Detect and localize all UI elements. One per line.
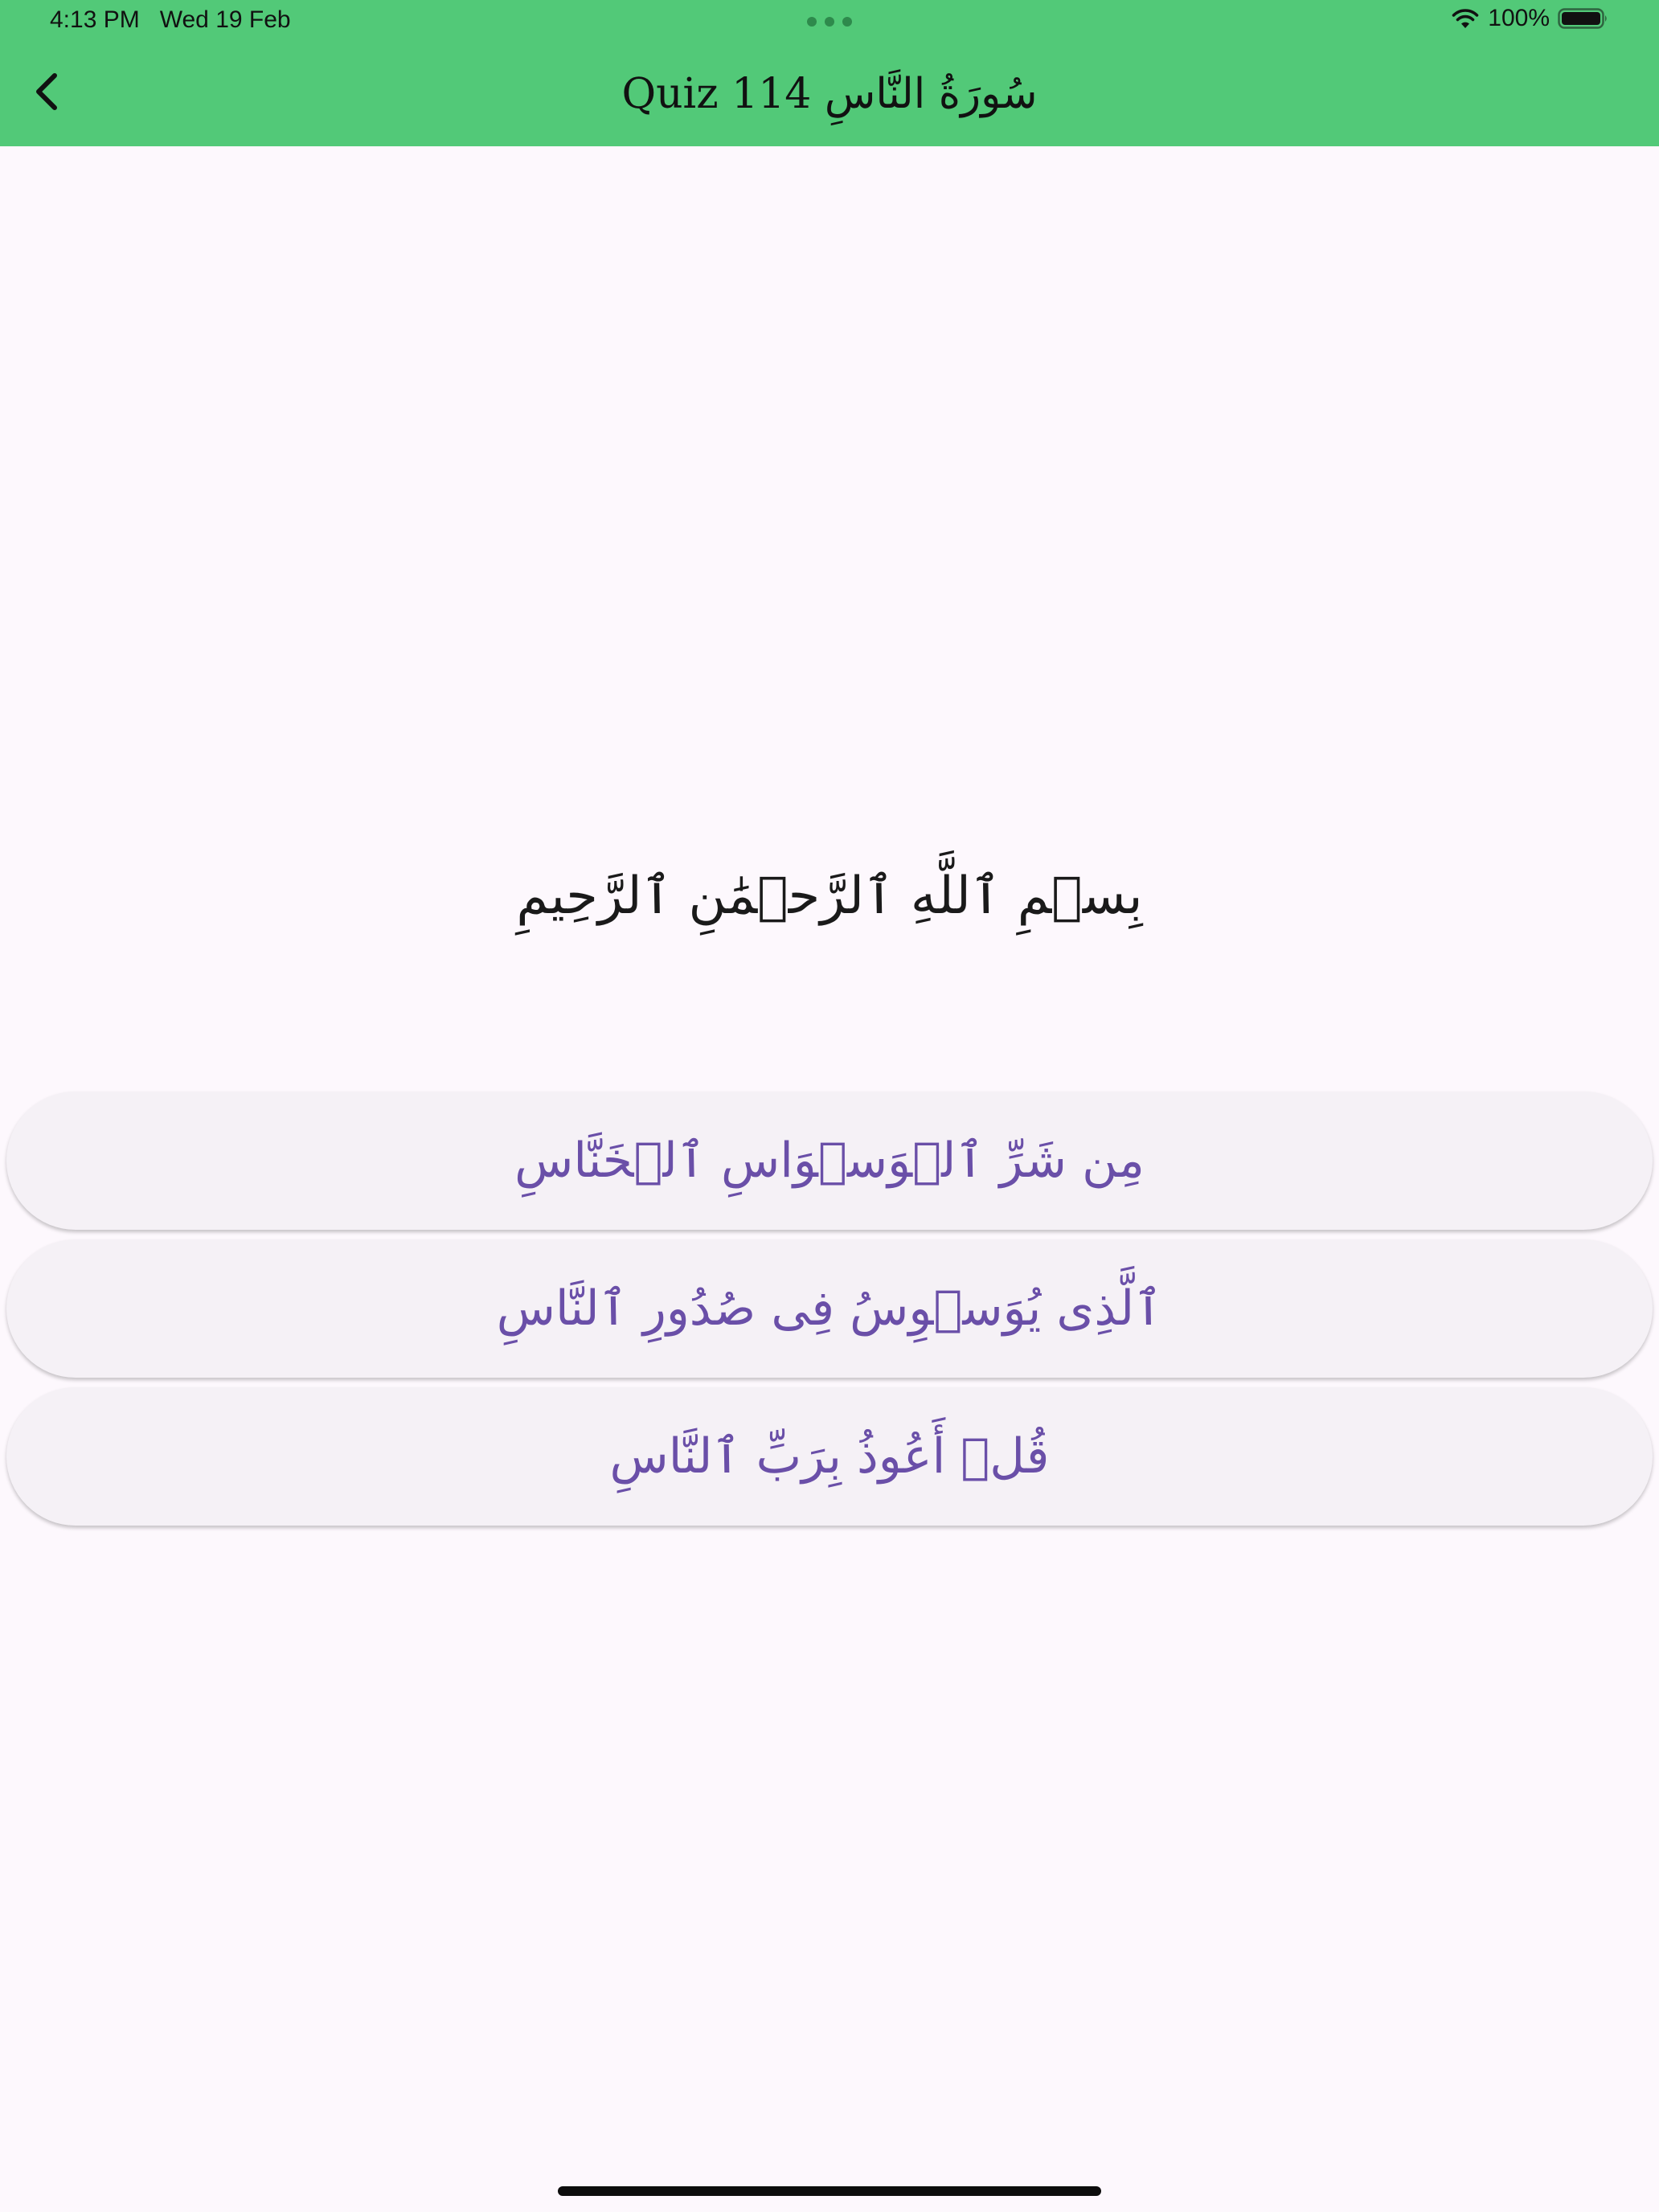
back-button[interactable] (19, 64, 74, 119)
answer-option-text: ٱلَّذِى يُوَسۡوِسُ فِى صُدُورِ ٱلنَّاسِ (496, 1280, 1163, 1337)
more-dots-icon[interactable] (807, 16, 852, 27)
answer-option-3[interactable]: قُلۡ أَعُوذُ بِرَبِّ ٱلنَّاسِ (6, 1387, 1653, 1526)
answer-option-text: قُلۡ أَعُوذُ بِرَبِّ ٱلنَّاسِ (609, 1428, 1050, 1485)
home-indicator[interactable] (558, 2186, 1101, 2196)
status-indicators: 100% (1451, 5, 1609, 32)
status-time: 4:13 PM Wed 19 Feb (50, 6, 291, 33)
chevron-left-icon (36, 73, 57, 110)
answer-option-2[interactable]: ٱلَّذِى يُوَسۡوِسُ فِى صُدُورِ ٱلنَّاسِ (6, 1239, 1653, 1378)
page-title: Quiz سُورَةُ النَّاسِ 114 (621, 70, 1038, 118)
answer-option-1[interactable]: مِن شَرِّ ٱلۡوَسۡوَاسِ ٱلۡخَنَّاسِ (6, 1092, 1653, 1230)
wifi-icon (1452, 9, 1479, 28)
answer-option-text: مِن شَرِّ ٱلۡوَسۡوَاسِ ٱلۡخَنَّاسِ (514, 1133, 1145, 1189)
app-bar: 4:13 PM Wed 19 Feb 100% Quiz سُورَةُ الن… (0, 0, 1659, 146)
battery-percentage: 100% (1488, 5, 1550, 31)
question-verse: بِسۡمِ ٱللَّهِ ٱلرَّحۡمَٰنِ ٱلرَّحِيمِ (516, 866, 1143, 926)
battery-icon (1558, 8, 1607, 29)
